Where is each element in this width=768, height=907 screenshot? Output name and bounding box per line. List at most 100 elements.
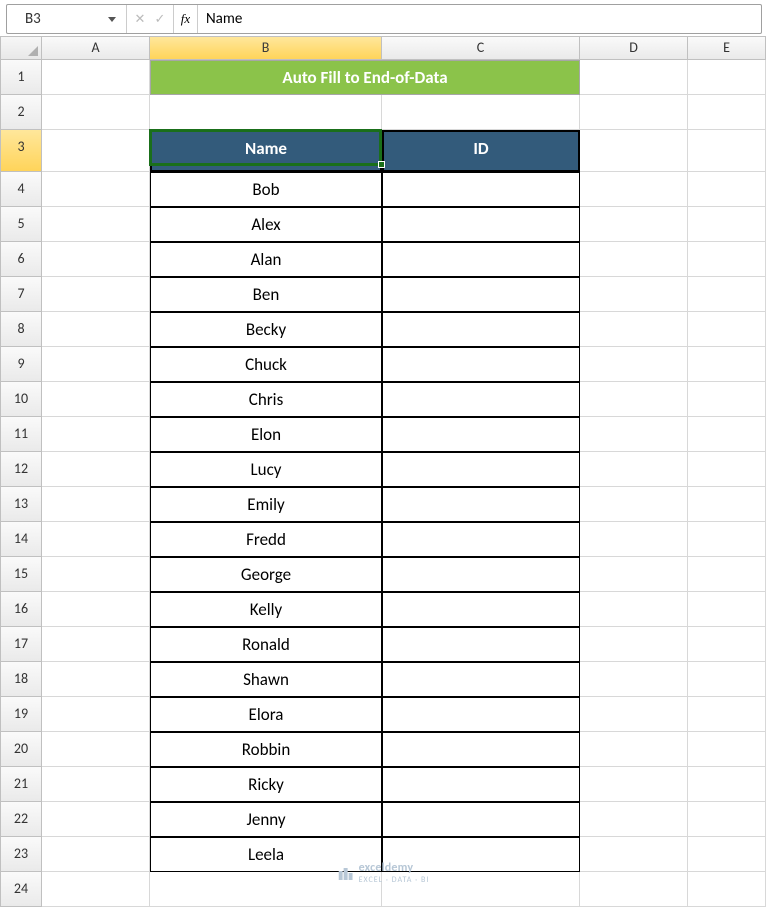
id-cell[interactable] [382, 172, 580, 207]
cell-D22[interactable] [580, 802, 688, 837]
cell-D8[interactable] [580, 312, 688, 347]
row-header-21[interactable]: 21 [0, 767, 42, 802]
row-header-8[interactable]: 8 [0, 312, 42, 347]
cell-D15[interactable] [580, 557, 688, 592]
cell-A3[interactable] [42, 130, 150, 172]
name-cell[interactable]: Jenny [150, 802, 382, 837]
name-cell[interactable]: Emily [150, 487, 382, 522]
cell-E3[interactable] [688, 130, 766, 172]
cell-E4[interactable] [688, 172, 766, 207]
cell-E12[interactable] [688, 452, 766, 487]
cell-E19[interactable] [688, 697, 766, 732]
cell-A12[interactable] [42, 452, 150, 487]
cell-D18[interactable] [580, 662, 688, 697]
header-id-cell[interactable]: ID [382, 130, 580, 172]
title-cell[interactable]: Auto Fill to End-of-Data [150, 60, 580, 95]
cell-A2[interactable] [42, 95, 150, 130]
row-header-1[interactable]: 1 [0, 60, 42, 95]
cell-E21[interactable] [688, 767, 766, 802]
row-header-7[interactable]: 7 [0, 277, 42, 312]
cell-D17[interactable] [580, 627, 688, 662]
row-header-24[interactable]: 24 [0, 872, 42, 907]
name-cell[interactable]: Bob [150, 172, 382, 207]
formula-input[interactable]: Name [198, 5, 761, 33]
fx-button[interactable]: fx [174, 5, 198, 33]
row-header-16[interactable]: 16 [0, 592, 42, 627]
name-cell[interactable]: George [150, 557, 382, 592]
header-name-cell[interactable]: Name [150, 130, 382, 172]
name-cell[interactable]: Robbin [150, 732, 382, 767]
cell-A1[interactable] [42, 60, 150, 95]
cell-A10[interactable] [42, 382, 150, 417]
name-cell[interactable]: Chuck [150, 347, 382, 382]
cell-D23[interactable] [580, 837, 688, 872]
cell-A14[interactable] [42, 522, 150, 557]
row-header-22[interactable]: 22 [0, 802, 42, 837]
name-cell[interactable]: Alan [150, 242, 382, 277]
cell-E1[interactable] [688, 60, 766, 95]
cell-E18[interactable] [688, 662, 766, 697]
row-header-10[interactable]: 10 [0, 382, 42, 417]
cell-A13[interactable] [42, 487, 150, 522]
name-cell[interactable]: Alex [150, 207, 382, 242]
cell-D24[interactable] [580, 872, 688, 907]
id-cell[interactable] [382, 767, 580, 802]
cell-E10[interactable] [688, 382, 766, 417]
cell-E20[interactable] [688, 732, 766, 767]
row-header-18[interactable]: 18 [0, 662, 42, 697]
cell-C2[interactable] [382, 95, 580, 130]
col-header-A[interactable]: A [42, 36, 150, 60]
cell-A23[interactable] [42, 837, 150, 872]
id-cell[interactable] [382, 207, 580, 242]
cell-D6[interactable] [580, 242, 688, 277]
cell-E23[interactable] [688, 837, 766, 872]
row-header-15[interactable]: 15 [0, 557, 42, 592]
row-header-23[interactable]: 23 [0, 837, 42, 872]
name-cell[interactable]: Elon [150, 417, 382, 452]
row-header-20[interactable]: 20 [0, 732, 42, 767]
id-cell[interactable] [382, 557, 580, 592]
cell-A16[interactable] [42, 592, 150, 627]
row-header-12[interactable]: 12 [0, 452, 42, 487]
cell-D11[interactable] [580, 417, 688, 452]
id-cell[interactable] [382, 487, 580, 522]
cell-E7[interactable] [688, 277, 766, 312]
id-cell[interactable] [382, 592, 580, 627]
cell-D3[interactable] [580, 130, 688, 172]
name-cell[interactable]: Chris [150, 382, 382, 417]
id-cell[interactable] [382, 312, 580, 347]
cell-E17[interactable] [688, 627, 766, 662]
cell-A8[interactable] [42, 312, 150, 347]
row-header-14[interactable]: 14 [0, 522, 42, 557]
cell-D5[interactable] [580, 207, 688, 242]
cell-D10[interactable] [580, 382, 688, 417]
row-header-2[interactable]: 2 [0, 95, 42, 130]
cell-E8[interactable] [688, 312, 766, 347]
id-cell[interactable] [382, 417, 580, 452]
cell-E24[interactable] [688, 872, 766, 907]
cell-E9[interactable] [688, 347, 766, 382]
fill-handle[interactable] [378, 161, 385, 168]
col-header-E[interactable]: E [688, 36, 766, 60]
cell-B2[interactable] [150, 95, 382, 130]
row-header-19[interactable]: 19 [0, 697, 42, 732]
cell-D7[interactable] [580, 277, 688, 312]
cell-D12[interactable] [580, 452, 688, 487]
col-header-B[interactable]: B [150, 36, 382, 60]
cell-E11[interactable] [688, 417, 766, 452]
name-cell[interactable]: Fredd [150, 522, 382, 557]
cell-D21[interactable] [580, 767, 688, 802]
cell-E22[interactable] [688, 802, 766, 837]
cell-D16[interactable] [580, 592, 688, 627]
name-cell[interactable]: Becky [150, 312, 382, 347]
cell-A15[interactable] [42, 557, 150, 592]
row-header-4[interactable]: 4 [0, 172, 42, 207]
row-header-13[interactable]: 13 [0, 487, 42, 522]
id-cell[interactable] [382, 662, 580, 697]
row-header-3[interactable]: 3 [0, 130, 42, 172]
name-cell[interactable]: Ricky [150, 767, 382, 802]
name-cell[interactable]: Kelly [150, 592, 382, 627]
name-cell[interactable]: Shawn [150, 662, 382, 697]
id-cell[interactable] [382, 277, 580, 312]
name-cell[interactable]: Lucy [150, 452, 382, 487]
